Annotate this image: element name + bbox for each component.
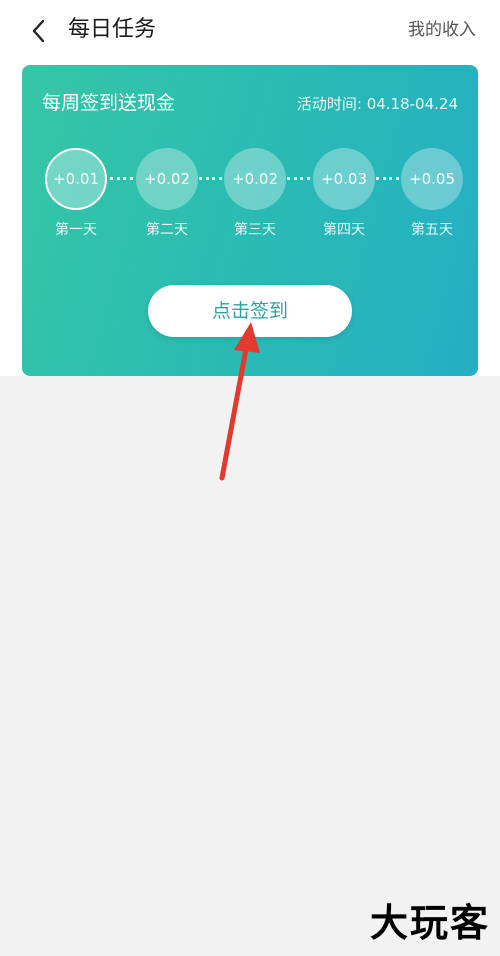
- brand-watermark: 大玩客: [369, 900, 490, 945]
- day-reward-circle: +0.05: [401, 148, 463, 210]
- day-reward-circle: +0.02: [224, 148, 286, 210]
- day-connector-dots: [287, 177, 310, 184]
- activity-period: 活动时间: 04.18-04.24: [296, 95, 458, 113]
- chevron-left-icon: [32, 19, 45, 43]
- day-label: 第五天: [411, 222, 453, 238]
- checkin-day-2: +0.02 第二天: [134, 148, 200, 240]
- checkin-day-5: +0.05 第五天: [399, 148, 465, 240]
- day-connector-dots: [376, 177, 399, 184]
- day-reward-circle: +0.02: [136, 148, 198, 210]
- checkin-days-row: +0.01 第一天 +0.02 第二天 +0.02 第三天 +0.03 第四天 …: [22, 148, 478, 248]
- day-connector-dots: [110, 177, 133, 184]
- back-button[interactable]: [26, 16, 52, 46]
- header-area: 每日任务 我的收入 每周签到送现金 活动时间: 04.18-04.24 +0.0…: [0, 0, 500, 376]
- weekly-checkin-card: 每周签到送现金 活动时间: 04.18-04.24 +0.01 第一天 +0.0…: [22, 65, 478, 376]
- card-title: 每周签到送现金: [42, 92, 176, 114]
- day-label: 第三天: [234, 222, 276, 238]
- day-label: 第二天: [146, 222, 188, 238]
- day-connector-dots: [199, 177, 222, 184]
- day-reward-circle: +0.03: [313, 148, 375, 210]
- signin-button[interactable]: 点击签到: [148, 285, 352, 337]
- checkin-day-3: +0.02 第三天: [222, 148, 288, 240]
- my-income-link[interactable]: 我的收入: [408, 17, 476, 43]
- day-label: 第一天: [55, 222, 97, 238]
- day-reward-circle: +0.01: [45, 148, 107, 210]
- page-title: 每日任务: [68, 17, 157, 42]
- checkin-day-1: +0.01 第一天: [43, 148, 109, 240]
- top-nav-bar: 每日任务 我的收入: [0, 0, 500, 62]
- day-label: 第四天: [323, 222, 365, 238]
- checkin-day-4: +0.03 第四天: [311, 148, 377, 240]
